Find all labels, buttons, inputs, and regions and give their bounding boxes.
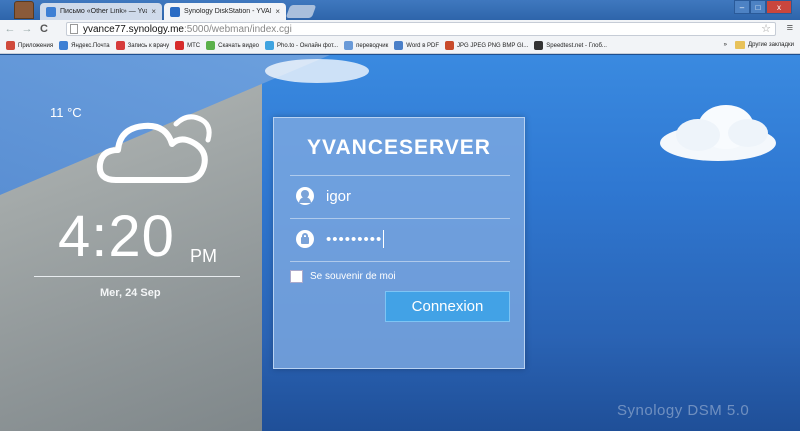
browser-menu-icon[interactable]: ≡ [787, 22, 793, 34]
password-input[interactable]: ••••••••• [326, 231, 382, 248]
download-icon [206, 41, 216, 50]
password-field[interactable]: ••••••••• [290, 219, 510, 259]
word-pdf-icon [394, 41, 404, 50]
tab-synology[interactable]: Synology DiskStation - YVAN × [164, 3, 286, 20]
bookmark-label: Приложения [18, 42, 54, 49]
bookmark-mts[interactable]: МТС [175, 41, 200, 50]
doctor-icon [115, 41, 125, 50]
login-button[interactable]: Connexion [385, 291, 510, 322]
clock-time: 4:20 [58, 204, 175, 269]
browser-titlebar: Письмо «Other Link» — Yva × Synology Dis… [0, 0, 800, 20]
dsm-login-page: 11 °C 4:20 PM Mer, 24 Sep YVANCESERVER •… [0, 55, 800, 431]
bookmark-translator[interactable]: переводчик [344, 41, 388, 50]
url-path: :5000/webman/index.cgi [183, 23, 292, 35]
remember-me-checkbox[interactable] [290, 270, 303, 283]
bookmark-label: Speedtest.net - Глоб... [546, 42, 607, 49]
bookmark-apps[interactable]: Приложения [6, 41, 53, 50]
converter-icon [445, 41, 455, 50]
bookmark-speedtest[interactable]: Speedtest.net - Глоб... [534, 41, 607, 50]
translator-icon [344, 41, 354, 50]
page-icon [70, 24, 78, 34]
synology-favicon-icon [170, 6, 180, 17]
bookmarks-bar: Приложения Яндекс.Почта Запись к врачу М… [0, 38, 800, 54]
tab-label: Synology DiskStation - YVAN [184, 8, 272, 15]
bookmark-label: МТС [187, 42, 201, 49]
bookmark-label: Запись к врачу [127, 42, 170, 49]
bookmark-yandex-mail[interactable]: Яндекс.Почта [59, 41, 110, 50]
username-input[interactable] [326, 187, 496, 205]
address-bar[interactable]: yvance77.synology.me:5000/webman/index.c… [66, 22, 776, 36]
bookmark-label: JPG JPEG PNG BMP GI... [457, 42, 529, 49]
speedtest-icon [534, 41, 544, 50]
login-card: YVANCESERVER ••••••••• Se souvenir de mo… [273, 117, 525, 369]
clock-ampm: PM [190, 246, 217, 266]
remember-me-label: Se souvenir de moi [310, 271, 396, 282]
bookmark-label: переводчик [356, 42, 389, 49]
folder-icon [735, 41, 746, 49]
cloud-weather-icon [96, 114, 212, 183]
server-name: YVANCESERVER [307, 136, 491, 159]
synology-dsm-logo: Synology DSM 5.0 [617, 402, 750, 419]
remember-me[interactable]: Se souvenir de moi [290, 270, 396, 283]
tab-close-icon[interactable]: × [275, 7, 280, 16]
bookmark-label: Pho.to - Онлайн фот... [277, 42, 339, 49]
bookmark-jpg-converter[interactable]: JPG JPEG PNG BMP GI... [445, 41, 528, 50]
profile-avatar[interactable] [14, 1, 34, 19]
other-bookmarks-label: Другие закладки [748, 42, 794, 48]
bookmark-word-pdf[interactable]: Word в PDF [394, 41, 439, 50]
window-controls: – □ x [734, 0, 792, 14]
apps-icon [6, 41, 15, 50]
sky-cloud-decoration [660, 105, 776, 161]
lock-icon [296, 230, 314, 248]
username-field[interactable] [290, 176, 510, 216]
bookmarks-more-icon[interactable]: » [724, 42, 727, 48]
clock-divider [34, 276, 240, 277]
bookmark-star-icon[interactable]: ☆ [761, 22, 771, 35]
sky-cloud-decoration [265, 59, 369, 83]
mail-favicon-icon [46, 6, 56, 17]
bookmark-doctor[interactable]: Запись к врачу [115, 41, 170, 50]
tab-mail[interactable]: Письмо «Other Link» — Yva × [40, 3, 162, 20]
new-tab-button[interactable] [285, 5, 317, 18]
reload-button[interactable]: C [37, 23, 51, 35]
tab-close-icon[interactable]: × [151, 7, 156, 16]
tab-label: Письмо «Other Link» — Yva [60, 8, 148, 15]
forward-button[interactable]: → [20, 23, 34, 35]
mts-icon [175, 41, 185, 50]
yandex-mail-icon [59, 41, 69, 50]
text-cursor [383, 230, 385, 248]
clock-date: Mer, 24 Sep [100, 287, 161, 299]
bookmark-label: Word в PDF [406, 42, 440, 49]
bookmark-label: Яндекс.Почта [71, 42, 110, 49]
url-host: yvance77.synology.me [83, 23, 184, 35]
divider [290, 261, 510, 262]
bookmark-video[interactable]: Скачать видео [206, 41, 259, 50]
other-bookmarks[interactable]: » Другие закладки [724, 41, 794, 49]
browser-toolbar: ← → C yvance77.synology.me:5000/webman/i… [0, 20, 800, 38]
temperature: 11 °C [50, 105, 82, 120]
photo-icon [265, 41, 275, 50]
close-window-button[interactable]: x [766, 0, 792, 14]
weather-clock-panel: 11 °C 4:20 PM Mer, 24 Sep [0, 55, 330, 431]
maximize-button[interactable]: □ [750, 0, 766, 14]
user-icon [296, 187, 314, 205]
back-button[interactable]: ← [3, 23, 17, 35]
bookmark-label: Скачать видео [218, 42, 260, 49]
bookmark-photo[interactable]: Pho.to - Онлайн фот... [265, 41, 338, 50]
minimize-button[interactable]: – [734, 0, 750, 14]
